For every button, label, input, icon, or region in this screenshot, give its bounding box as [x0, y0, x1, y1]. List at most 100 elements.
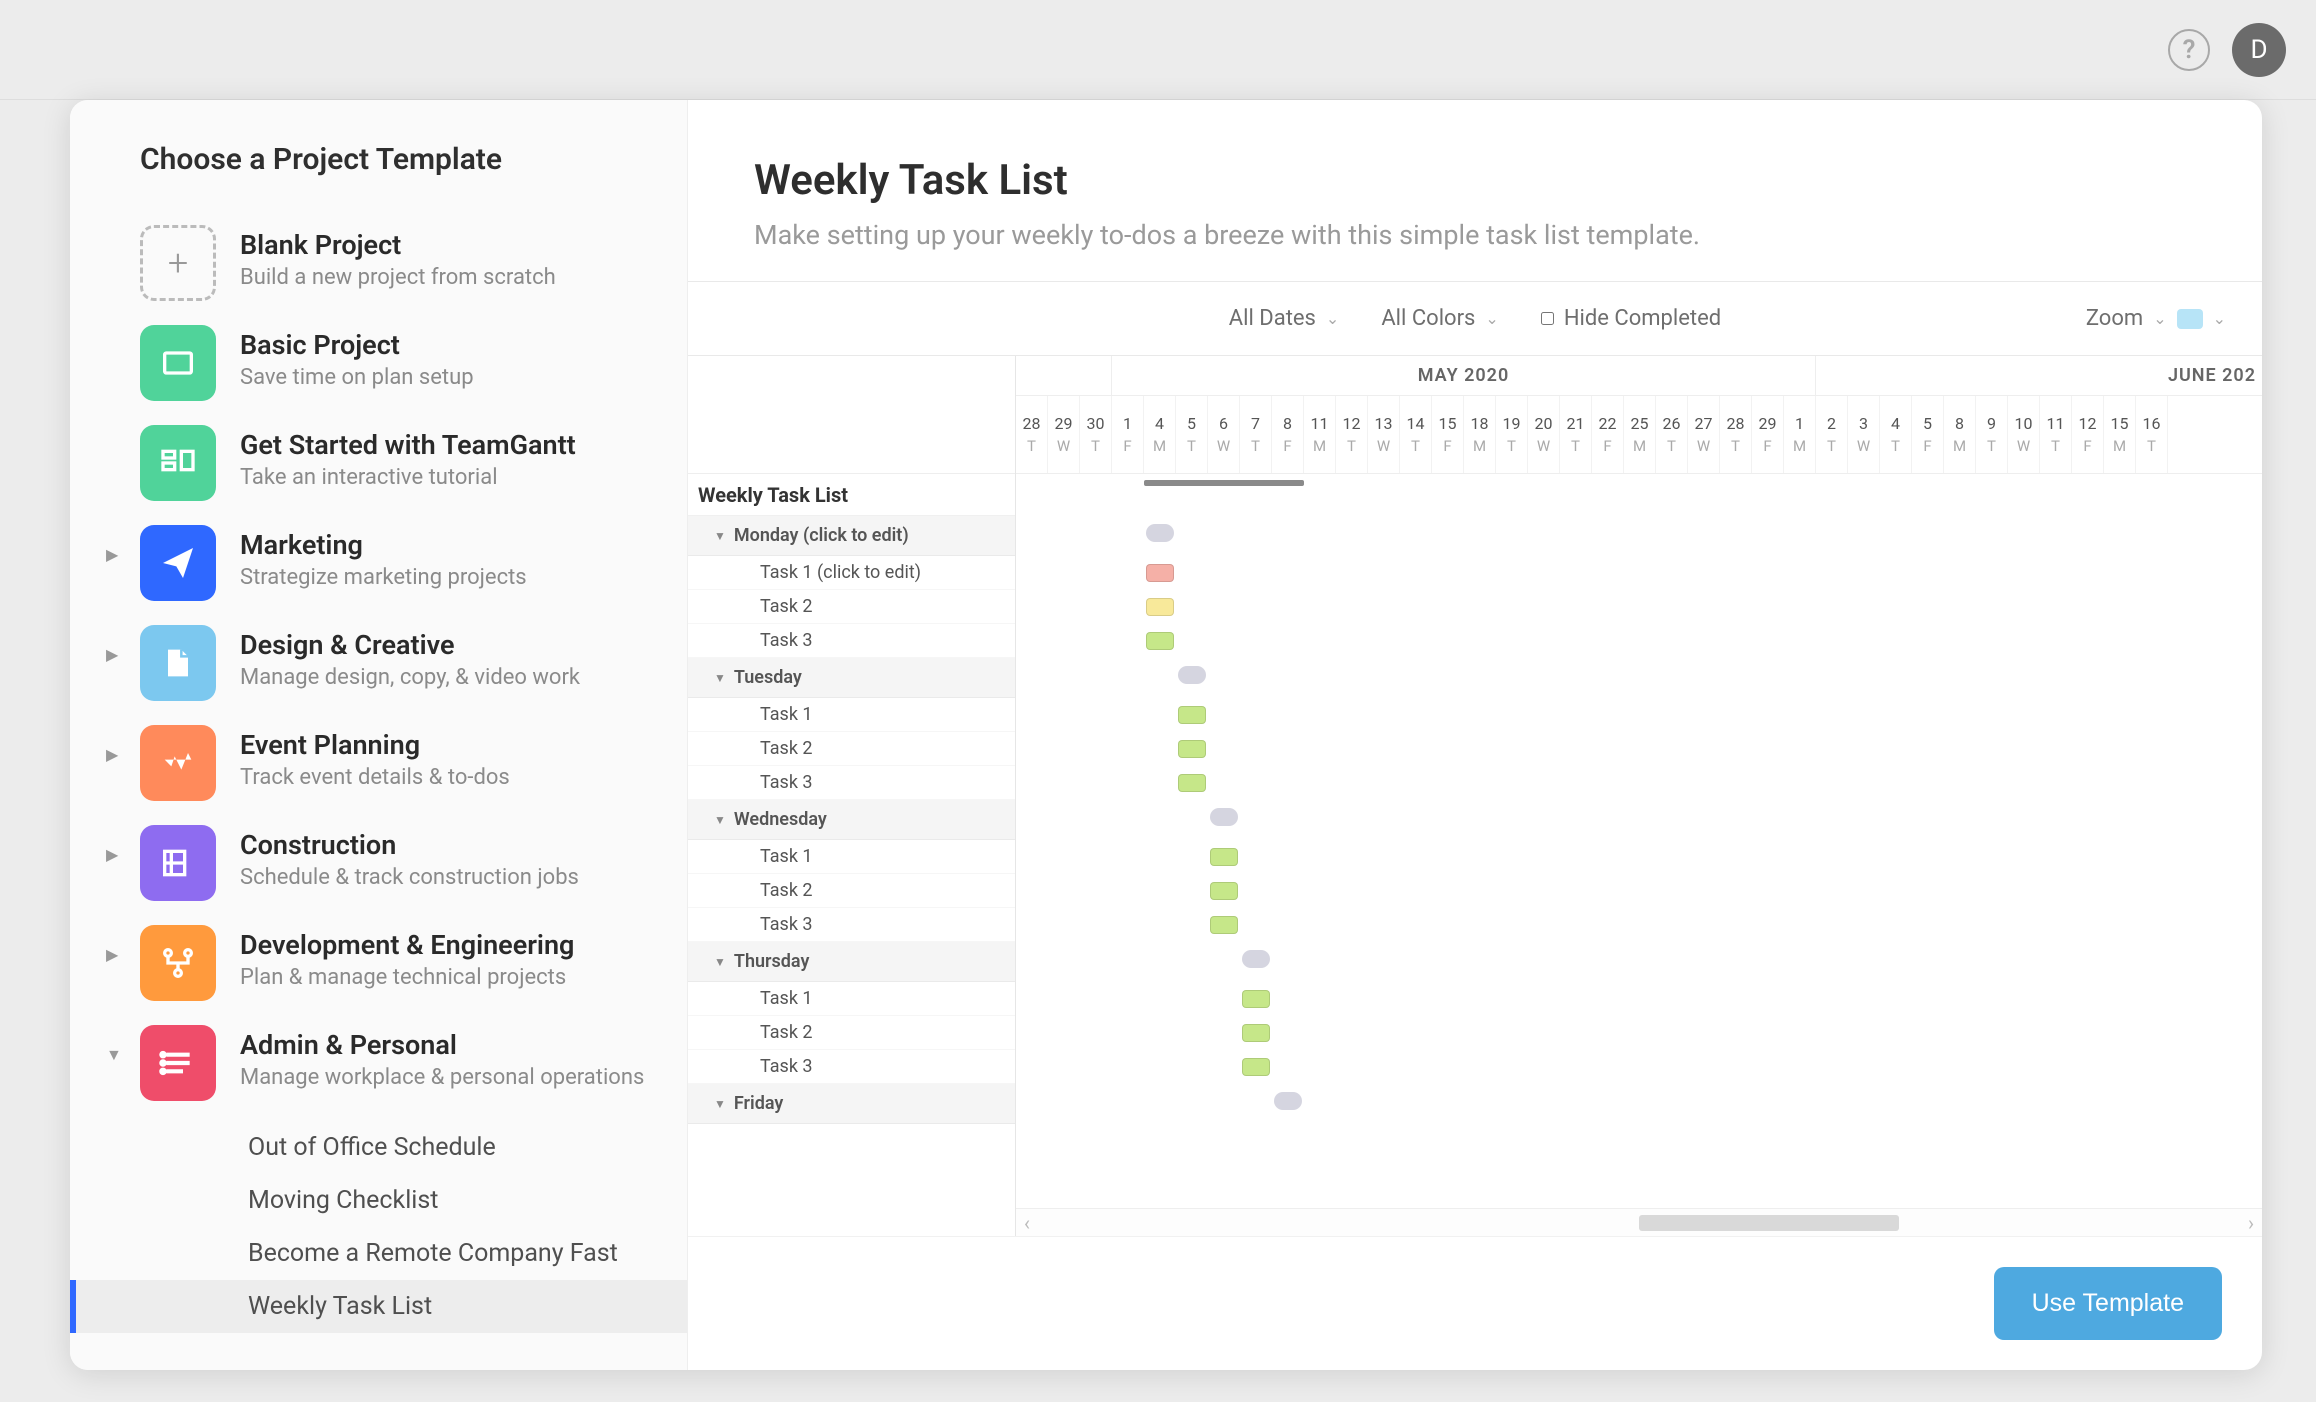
month-label-may: MAY 2020 — [1112, 356, 1816, 395]
filter-dates[interactable]: All Dates⌄ — [1229, 306, 1340, 331]
gantt-row-task — [1016, 624, 2262, 658]
gantt-row-group — [1016, 942, 2262, 982]
gantt-row-task — [1016, 1016, 2262, 1050]
collapse-icon[interactable]: ▼ — [714, 813, 726, 827]
date-cell: 12F — [2072, 396, 2104, 473]
help-icon[interactable]: ? — [2168, 29, 2210, 71]
expand-icon[interactable]: ▶ — [106, 845, 118, 864]
chevron-down-icon: ⌄ — [2213, 309, 2226, 328]
dev-icon — [140, 925, 216, 1001]
date-cell: 19T — [1496, 396, 1528, 473]
task-row[interactable]: Task 1 — [688, 982, 1015, 1016]
template-title: Weekly Task List — [754, 156, 2196, 205]
task-row[interactable]: Task 3 — [688, 1050, 1015, 1084]
chevron-down-icon: ⌄ — [1485, 309, 1498, 328]
template-name: Event Planning — [240, 729, 510, 761]
template-picker-modal: Choose a Project Template + Blank Projec… — [70, 100, 2262, 1370]
sidebar: Choose a Project Template + Blank Projec… — [70, 100, 688, 1370]
zoom-control[interactable]: Zoom⌄ ⌄ — [2086, 306, 2226, 331]
task-row[interactable]: Task 2 — [688, 590, 1015, 624]
date-cell: 26T — [1656, 396, 1688, 473]
template-name: Marketing — [240, 529, 527, 561]
month-row: MAY 2020 JUNE 202 — [1016, 356, 2262, 396]
blank-icon: + — [140, 225, 216, 301]
gantt-row-task — [1016, 840, 2262, 874]
group-row[interactable]: ▼Monday (click to edit) — [688, 516, 1015, 556]
date-cell: 20W — [1528, 396, 1560, 473]
group-row[interactable]: ▼Tuesday — [688, 658, 1015, 698]
date-cell: 15M — [2104, 396, 2136, 473]
avatar[interactable]: D — [2232, 23, 2286, 77]
gantt-row-task — [1016, 874, 2262, 908]
date-cell: 6W — [1208, 396, 1240, 473]
scroll-right-icon[interactable]: › — [2248, 1211, 2254, 1235]
month-label-june: JUNE 202 — [1816, 356, 2262, 395]
task-row[interactable]: Task 2 — [688, 874, 1015, 908]
task-column: Weekly Task List▼Monday (click to edit)T… — [688, 356, 1016, 1236]
template-item[interactable]: + Blank Project Build a new project from… — [70, 213, 687, 313]
use-template-button[interactable]: Use Template — [1994, 1267, 2222, 1340]
group-row[interactable]: ▼Thursday — [688, 942, 1015, 982]
sub-template-item[interactable]: Moving Checklist — [70, 1174, 687, 1227]
date-cell: 4T — [1880, 396, 1912, 473]
date-cell: 29F — [1752, 396, 1784, 473]
expand-icon[interactable]: ▶ — [106, 645, 118, 664]
template-item[interactable]: ▶ Event Planning Track event details & t… — [70, 713, 687, 813]
task-row[interactable]: Task 2 — [688, 1016, 1015, 1050]
date-cell: 10W — [2008, 396, 2040, 473]
date-cell: 11M — [1304, 396, 1336, 473]
expand-icon[interactable]: ▼ — [106, 1045, 122, 1065]
template-item[interactable]: Basic Project Save time on plan setup — [70, 313, 687, 413]
date-cell: 5F — [1912, 396, 1944, 473]
expand-icon[interactable]: ▶ — [106, 545, 118, 564]
group-row[interactable]: ▼Friday — [688, 1084, 1015, 1124]
scroll-left-icon[interactable]: ‹ — [1024, 1211, 1030, 1235]
collapse-icon[interactable]: ▼ — [714, 671, 726, 685]
date-cell: 29W — [1048, 396, 1080, 473]
expand-icon[interactable]: ▶ — [106, 945, 118, 964]
task-row[interactable]: Task 1 — [688, 698, 1015, 732]
template-subtitle: Make setting up your weekly to-dos a bre… — [754, 219, 2196, 251]
date-cell: 22F — [1592, 396, 1624, 473]
template-name: Design & Creative — [240, 629, 580, 661]
date-cell: 3W — [1848, 396, 1880, 473]
scrollbar-thumb[interactable] — [1639, 1215, 1899, 1231]
template-name: Basic Project — [240, 329, 474, 361]
template-item[interactable]: ▼ Admin & Personal Manage workplace & pe… — [70, 1013, 687, 1113]
group-row[interactable]: ▼Wednesday — [688, 800, 1015, 840]
collapse-icon[interactable]: ▼ — [714, 955, 726, 969]
filter-colors[interactable]: All Colors⌄ — [1381, 306, 1499, 331]
template-item[interactable]: ▶ Marketing Strategize marketing project… — [70, 513, 687, 613]
gantt-row-task — [1016, 698, 2262, 732]
template-desc: Schedule & track construction jobs — [240, 865, 579, 890]
template-desc: Plan & manage technical projects — [240, 965, 574, 990]
sub-template-item[interactable]: Weekly Task List — [70, 1280, 687, 1333]
template-desc: Save time on plan setup — [240, 365, 474, 390]
gantt-row-group — [1016, 800, 2262, 840]
template-item[interactable]: Get Started with TeamGantt Take an inter… — [70, 413, 687, 513]
template-item[interactable]: ▶ Design & Creative Manage design, copy,… — [70, 613, 687, 713]
sub-template-item[interactable]: Out of Office Schedule — [70, 1121, 687, 1174]
filter-hide-completed[interactable]: Hide Completed — [1541, 306, 1721, 331]
collapse-icon[interactable]: ▼ — [714, 1097, 726, 1111]
main-header: Weekly Task List Make setting up your we… — [688, 100, 2262, 281]
task-row[interactable]: Task 2 — [688, 732, 1015, 766]
task-row[interactable]: Task 1 (click to edit) — [688, 556, 1015, 590]
gantt-row-task — [1016, 982, 2262, 1016]
date-cell: 27W — [1688, 396, 1720, 473]
expand-icon[interactable]: ▶ — [106, 745, 118, 764]
sub-template-item[interactable]: Become a Remote Company Fast — [70, 1227, 687, 1280]
horizontal-scrollbar[interactable]: ‹ › — [1016, 1208, 2262, 1236]
task-row[interactable]: Task 3 — [688, 908, 1015, 942]
template-desc: Manage workplace & personal operations — [240, 1065, 644, 1090]
date-cell: 1M — [1784, 396, 1816, 473]
task-row[interactable]: Task 3 — [688, 624, 1015, 658]
collapse-icon[interactable]: ▼ — [714, 529, 726, 543]
template-item[interactable]: ▶ Construction Schedule & track construc… — [70, 813, 687, 913]
task-row[interactable]: Task 3 — [688, 766, 1015, 800]
template-name: Admin & Personal — [240, 1029, 644, 1061]
task-row[interactable]: Task 1 — [688, 840, 1015, 874]
template-item[interactable]: ▶ Development & Engineering Plan & manag… — [70, 913, 687, 1013]
hide-completed-checkbox[interactable] — [1541, 312, 1554, 325]
date-cell: 16T — [2136, 396, 2168, 473]
